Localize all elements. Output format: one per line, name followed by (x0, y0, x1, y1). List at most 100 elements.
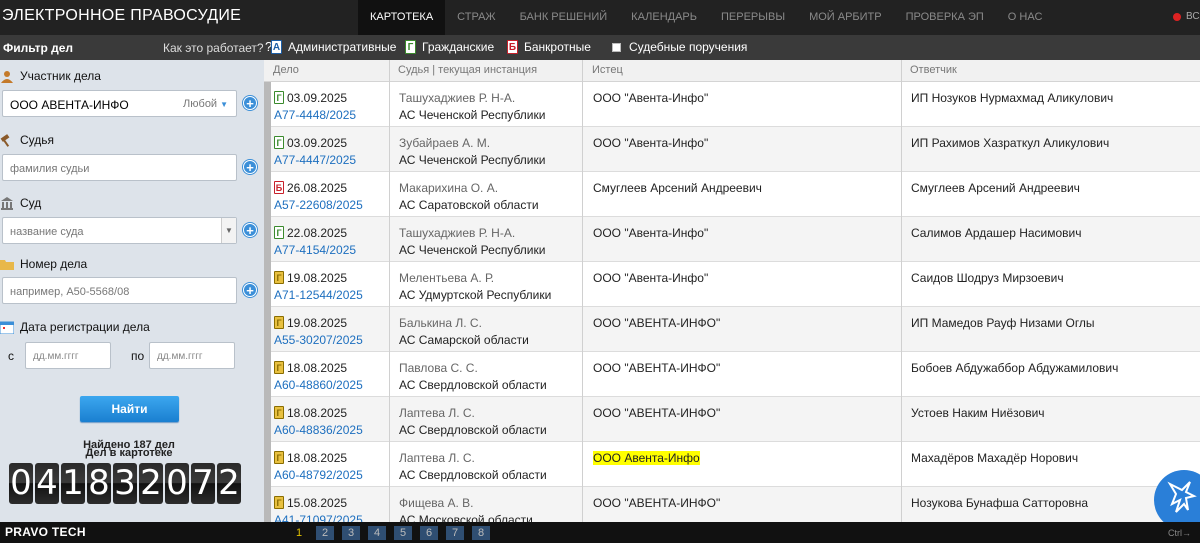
page-button[interactable]: 6 (420, 526, 438, 540)
date-to-input[interactable]: дд.мм.гггг (149, 342, 235, 369)
pagination: 1 2 3 4 5 6 7 8 (290, 526, 490, 540)
court-name: АС Свердловской области (399, 378, 547, 392)
table-row[interactable]: Г 18.08.2025 А60-48860/2025 Павлова С. С. АС… (264, 352, 1200, 397)
case-date: 03.09.2025 (287, 136, 348, 150)
case-number-label: Номер дела (20, 257, 88, 271)
case-number-input[interactable]: например, А50-5568/08 (2, 277, 237, 304)
court-name: АС Свердловской области (399, 468, 547, 482)
case-date: 22.08.2025 (287, 226, 348, 240)
court-orders-checkbox[interactable]: Судебные поручения (612, 40, 747, 54)
judge-label-row: Судья (0, 133, 54, 147)
nav-item-kartoteka[interactable]: КАРТОТЕКА (358, 0, 446, 35)
table-row[interactable]: Г 15.08.2025 А41-71097/2025 Фищева А. В. АС … (264, 487, 1200, 522)
pravo-tech-logo[interactable]: PRAVO TECH (5, 525, 86, 539)
nav-item-my-arbitr[interactable]: МОЙ АРБИТР (797, 0, 894, 35)
case-date: 15.08.2025 (287, 496, 348, 510)
add-court-button[interactable]: + (243, 223, 257, 238)
case-number-link[interactable]: А77-4154/2025 (274, 243, 356, 257)
nav-item-check-ep[interactable]: ПРОВЕРКА ЭП (894, 0, 996, 35)
page-button[interactable]: 7 (446, 526, 464, 540)
page-button[interactable]: 5 (394, 526, 412, 540)
add-case-number-button[interactable]: + (243, 283, 257, 298)
page-button[interactable]: 1 (290, 526, 308, 540)
date-from-input[interactable]: дд.мм.гггг (25, 342, 111, 369)
how-it-works-link[interactable]: Как это работает? (163, 41, 264, 55)
judge-name: Балькина Л. С. (399, 316, 482, 330)
case-number-link[interactable]: А60-48836/2025 (274, 423, 363, 437)
page-button[interactable]: 8 (472, 526, 490, 540)
nav-item-bank-resheniy[interactable]: БАНК РЕШЕНИЙ (508, 0, 620, 35)
administrative-icon: А (271, 40, 282, 54)
court-select[interactable]: название суда ▼ (2, 217, 237, 244)
page-button[interactable]: 4 (368, 526, 386, 540)
user-menu[interactable]: ВС (1186, 11, 1200, 22)
court-name: АС Чеченской Республики (399, 243, 546, 257)
counter-digit: 2 (139, 463, 163, 504)
counter-digit: 8 (87, 463, 111, 504)
filter-sidebar: Участник дела ООО АВЕНТА-ИНФО Любой ▼ + С… (0, 60, 264, 522)
category-administrative[interactable]: А Административные (271, 40, 396, 54)
checkbox-icon[interactable] (612, 42, 621, 52)
table-row[interactable]: Г 03.09.2025 А77-4447/2025 Зубайраев А. М. А… (264, 127, 1200, 172)
column-header-defendant: Ответчик (910, 64, 957, 76)
case-type-icon: Г (274, 91, 284, 104)
defendant-name: Саидов Шодруз Мирзоевич (911, 271, 1064, 285)
table-row[interactable]: Г 18.08.2025 А60-48836/2025 Лаптева Л. С. АС… (264, 397, 1200, 442)
judge-input[interactable]: фамилия судьи (2, 154, 237, 181)
table-row[interactable]: Г 22.08.2025 А77-4154/2025 Ташухаджиев Р. Н… (264, 217, 1200, 262)
table-row[interactable]: Г 19.08.2025 А55-30207/2025 Балькина Л. С. А… (264, 307, 1200, 352)
participant-label: Участник дела (20, 69, 101, 83)
participant-role-select[interactable]: Любой ▼ (183, 98, 228, 110)
participant-value: ООО АВЕНТА-ИНФО (10, 98, 129, 112)
case-number-link[interactable]: А60-48792/2025 (274, 468, 363, 482)
case-number-link[interactable]: А77-4448/2025 (274, 108, 356, 122)
date-label-row: Дата регистрации дела (0, 320, 150, 334)
nav-item-strazh[interactable]: СТРАЖ (445, 0, 507, 35)
case-type-icon: Г (274, 361, 284, 374)
category-civil[interactable]: Г Гражданские (405, 40, 494, 54)
plaintiff-name: ООО "Авента-Инфо" (593, 136, 709, 150)
plaintiff-name: Смуглеев Арсений Андреевич (593, 181, 762, 195)
category-bankruptcy[interactable]: Б Банкротные (507, 40, 591, 54)
nav-item-breaks[interactable]: ПЕРЕРЫВЫ (709, 0, 797, 35)
court-name: АС Самарской области (399, 333, 529, 347)
case-type-icon: Б (274, 181, 284, 194)
participant-input[interactable]: ООО АВЕНТА-ИНФО Любой ▼ (2, 90, 237, 117)
add-participant-button[interactable]: + (243, 96, 257, 111)
column-header-case: Дело (273, 64, 299, 76)
filter-title: Фильтр дел (3, 41, 74, 55)
plaintiff-name: ООО "АВЕНТА-ИНФО" (593, 316, 721, 330)
plaintiff-name: ООО "Авента-Инфо" (593, 91, 709, 105)
gavel-icon (0, 133, 10, 147)
chevron-down-icon[interactable]: ▼ (221, 218, 236, 243)
find-button[interactable]: Найти (80, 396, 179, 422)
case-number-link[interactable]: А71-12544/2025 (274, 288, 363, 302)
table-row[interactable]: Г 19.08.2025 А71-12544/2025 Мелентьева А. Р… (264, 262, 1200, 307)
case-number-link[interactable]: А77-4447/2025 (274, 153, 356, 167)
person-icon (1, 70, 13, 83)
plaintiff-name: ООО "Авента-Инфо" (593, 226, 709, 240)
case-number-link[interactable]: А55-30207/2025 (274, 333, 363, 347)
row-marker-strip (264, 82, 271, 522)
court-label-row: Суд (0, 196, 41, 210)
case-number-link[interactable]: А41-71097/2025 (274, 513, 363, 522)
page-button[interactable]: 2 (316, 526, 334, 540)
court-name: АС Московской области (399, 513, 533, 522)
case-number-link[interactable]: А60-48860/2025 (274, 378, 363, 392)
table-row[interactable]: Г 03.09.2025 А77-4448/2025 Ташухаджиев Р. Н… (264, 82, 1200, 127)
judge-name: Ташухаджиев Р. Н-А. (399, 226, 516, 240)
page-button[interactable]: 3 (342, 526, 360, 540)
case-number-label-row: Номер дела (0, 257, 87, 271)
add-judge-button[interactable]: + (243, 160, 257, 175)
case-type-icon: Г (274, 226, 284, 239)
gosuslugi-emblem-icon[interactable] (1154, 470, 1200, 530)
table-row[interactable]: Б 26.08.2025 А57-22608/2025 Макарихина О. А… (264, 172, 1200, 217)
app-title[interactable]: ЭЛЕКТРОННОЕ ПРАВОСУДИЕ (2, 7, 241, 25)
case-number-link[interactable]: А57-22608/2025 (274, 198, 363, 212)
nav-item-about[interactable]: О НАС (996, 0, 1055, 35)
judge-name: Лаптева Л. С. (399, 451, 475, 465)
nav-item-calendar[interactable]: КАЛЕНДАРЬ (619, 0, 709, 35)
case-type-icon: Г (274, 316, 284, 329)
main-nav: КАРТОТЕКА СТРАЖ БАНК РЕШЕНИЙ КАЛЕНДАРЬ П… (358, 0, 1054, 35)
table-row[interactable]: Г 18.08.2025 А60-48792/2025 Лаптева Л. С. АС… (264, 442, 1200, 487)
